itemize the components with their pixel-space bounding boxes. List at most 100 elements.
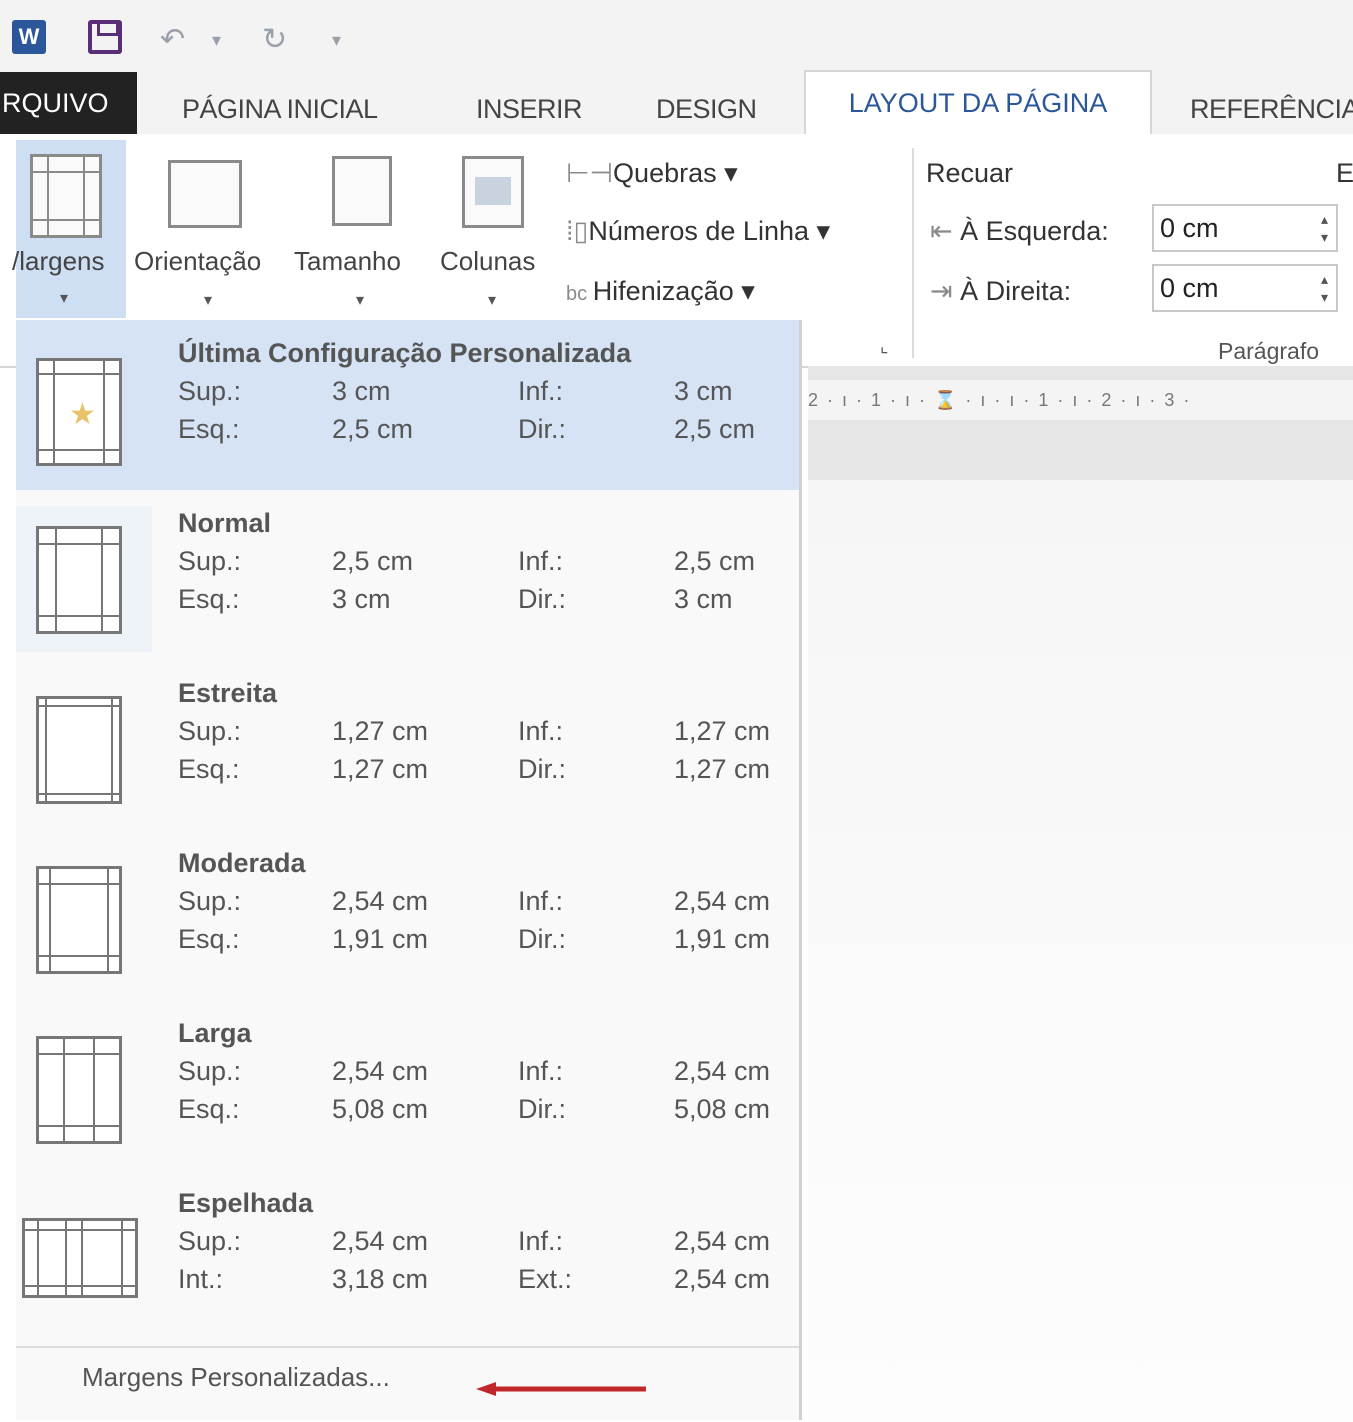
dialog-launcher-icon[interactable]: ⌞ (880, 336, 888, 357)
value: 1,91 cm (674, 924, 771, 954)
red-arrow-annotation (476, 1382, 646, 1396)
value: 2,5 cm (332, 414, 414, 444)
quick-access-toolbar: W ↶ ▾ ↻ ▾ (0, 0, 1353, 72)
label: Dir.: (518, 754, 567, 784)
value: 2,54 cm (332, 1226, 429, 1256)
value: 2,54 cm (674, 1226, 771, 1256)
label: Sup.: (178, 376, 242, 406)
indent-left-icon: ⇤ (930, 216, 961, 246)
columns-icon (462, 156, 524, 228)
label: Dir.: (518, 924, 567, 954)
redo-icon[interactable]: ↻ (262, 22, 287, 57)
recuar-heading: Recuar (926, 158, 1014, 188)
spinner-arrows-icon[interactable]: ▴ ▾ (1321, 270, 1328, 306)
colunas-button[interactable]: Colunas (440, 246, 535, 277)
label: Sup.: (178, 546, 242, 576)
label: Inf.: (518, 886, 564, 916)
line-numbers-icon: ⁞▯ (566, 216, 589, 246)
customize-qat-icon[interactable]: ▾ (332, 30, 341, 51)
word-app-icon: W (12, 20, 46, 54)
label: Esq.: (178, 1094, 240, 1124)
value: 3 cm (332, 376, 391, 406)
option-title: Normal (178, 508, 272, 538)
indent-right-label: ⇥ À Direita: (930, 276, 1072, 306)
option-title: Moderada (178, 848, 306, 878)
label: Inf.: (518, 376, 564, 406)
indent-left-label: ⇤ À Esquerda: (930, 216, 1109, 246)
undo-icon[interactable]: ↶ (160, 22, 185, 57)
margin-option-ultima-config[interactable]: ★ Última Configuração Personalizada Sup.… (16, 320, 799, 490)
margin-preview-icon (36, 1036, 122, 1144)
label: Esq.: (178, 414, 240, 444)
margin-option-espelhada[interactable]: Espelhada Sup.: 2,54 cm Inf.: 2,54 cm In… (16, 1174, 799, 1344)
value: 2,5 cm (674, 414, 756, 444)
size-icon (332, 156, 392, 226)
label: Inf.: (518, 716, 564, 746)
label: Sup.: (178, 1226, 242, 1256)
value: 2,54 cm (332, 1056, 429, 1086)
label: Sup.: (178, 1056, 242, 1086)
value: 2,5 cm (674, 546, 756, 576)
margens-button[interactable]: /largens ▾ (12, 140, 126, 318)
margin-preview-icon (22, 1218, 138, 1298)
tab-design[interactable]: DESIGN (656, 86, 757, 134)
margin-option-moderada[interactable]: Moderada Sup.: 2,54 cm Inf.: 2,54 cm Esq… (16, 834, 799, 1004)
margin-preview-icon: ★ (36, 358, 122, 466)
margin-option-larga[interactable]: Larga Sup.: 2,54 cm Inf.: 2,54 cm Esq.: … (16, 1004, 799, 1174)
indent-right-icon: ⇥ (930, 276, 961, 306)
undo-dropdown-icon[interactable]: ▾ (212, 30, 221, 51)
value: 5,08 cm (332, 1094, 429, 1124)
chevron-down-icon: ▾ (204, 292, 213, 309)
label: Esq.: (178, 924, 240, 954)
value: 2,54 cm (332, 886, 429, 916)
margin-option-normal[interactable]: Normal Sup.: 2,5 cm Inf.: 2,5 cm Esq.: 3… (16, 494, 799, 664)
margens-label: /largens (12, 246, 105, 276)
group-separator (912, 148, 914, 358)
margins-dropdown: ★ Última Configuração Personalizada Sup.… (16, 320, 802, 1420)
value: 5,08 cm (674, 1094, 771, 1124)
option-title: Última Configuração Personalizada (178, 338, 632, 368)
orientation-icon (168, 160, 242, 228)
value: 1,27 cm (332, 754, 429, 784)
label: Inf.: (518, 1056, 564, 1086)
paragrafo-group-label: Parágrafo (1218, 338, 1320, 364)
chevron-down-icon: ▾ (60, 290, 69, 307)
margin-preview-icon (36, 526, 122, 634)
hifenizacao-button[interactable]: bc Hifenização ▾ (566, 276, 755, 307)
document-canvas[interactable] (808, 480, 1353, 1422)
indent-right-input[interactable]: 0 cm ▴ ▾ (1152, 264, 1338, 312)
label: Ext.: (518, 1264, 573, 1294)
tab-layout-da-pagina[interactable]: LAYOUT DA PÁGINA (804, 70, 1152, 134)
margin-preview-icon (36, 696, 122, 804)
tab-arquivo[interactable]: RQUIVO (0, 72, 137, 134)
label: Int.: (178, 1264, 224, 1294)
label: Dir.: (518, 1094, 567, 1124)
quebras-button[interactable]: ⊢⊣Quebras ▾ (566, 158, 738, 189)
tab-pagina-inicial[interactable]: PÁGINA INICIAL (182, 86, 378, 134)
label: Dir.: (518, 584, 567, 614)
tab-referencias[interactable]: REFERÊNCIA (1190, 86, 1353, 134)
tab-inserir[interactable]: INSERIR (476, 86, 583, 134)
horizontal-ruler[interactable]: 2 · ı · 1 · ı · ⌛ · ı · ı · 1 · ı · 2 · … (808, 380, 1353, 420)
spinner-arrows-icon[interactable]: ▴ ▾ (1321, 210, 1328, 246)
indent-left-input[interactable]: 0 cm ▴ ▾ (1152, 204, 1338, 252)
star-icon: ★ (69, 398, 96, 431)
label: Sup.: (178, 716, 242, 746)
margin-option-estreita[interactable]: Estreita Sup.: 1,27 cm Inf.: 1,27 cm Esq… (16, 664, 799, 834)
label: Dir.: (518, 414, 567, 444)
value: 3 cm (674, 584, 733, 614)
save-icon[interactable] (88, 20, 122, 54)
label: Inf.: (518, 1226, 564, 1256)
tamanho-button[interactable]: Tamanho (294, 246, 401, 277)
margens-personalizadas-button[interactable]: Margens Personalizadas... (82, 1362, 390, 1393)
chevron-down-icon: ▾ (488, 292, 497, 309)
espacamento-heading: E (1336, 158, 1353, 188)
orientacao-button[interactable]: Orientação (134, 246, 261, 277)
margin-preview-icon (36, 866, 122, 974)
value: 2,54 cm (674, 886, 771, 916)
label: Sup.: (178, 886, 242, 916)
numeros-de-linha-button[interactable]: ⁞▯Números de Linha ▾ (566, 216, 830, 247)
value: 2,54 cm (674, 1264, 771, 1294)
value: 2,5 cm (332, 546, 414, 576)
option-title: Espelhada (178, 1188, 314, 1218)
